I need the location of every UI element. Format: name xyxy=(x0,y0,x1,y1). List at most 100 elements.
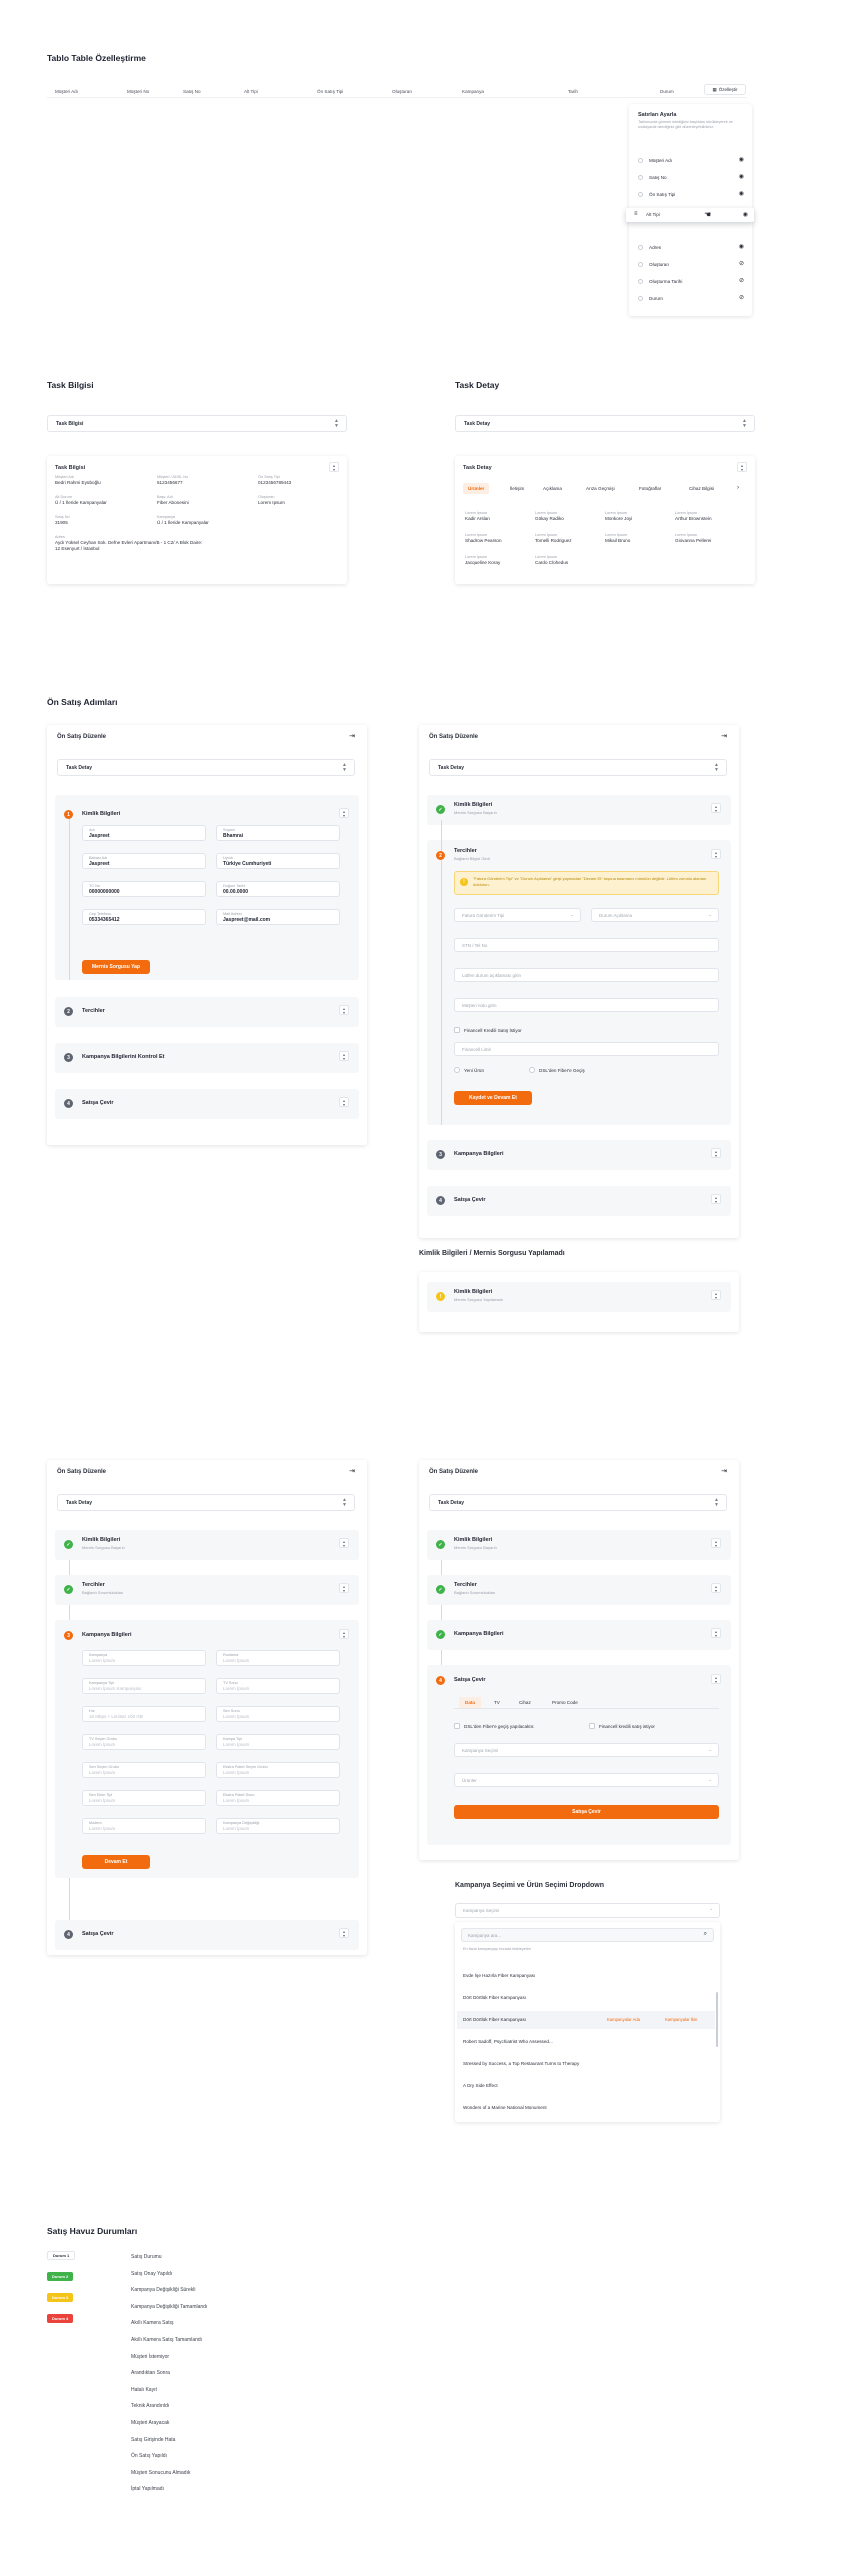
dropdown-option[interactable]: Robert Sadoff, Psychiatrist Who Assessed… xyxy=(457,2033,715,2051)
col-header[interactable]: Satış No xyxy=(183,89,201,94)
campaign-field[interactable]: Ekstra Paket Seçim Grubu Lorem İpsum xyxy=(216,1762,340,1778)
campaign-field[interactable]: Sen Ekim Tipi Lorem İpsum xyxy=(82,1790,206,1806)
campaign-field[interactable]: Kampanya Değişikliği Lorem İpsum xyxy=(216,1818,340,1834)
campaign-field[interactable]: Runlama Lorem İpsum xyxy=(216,1650,340,1666)
dsl-fiber-radio[interactable] xyxy=(529,1067,535,1073)
popup-row[interactable]: Adres ◉ xyxy=(629,242,752,254)
popup-row[interactable]: Oluşturma Tarihi ⊘ xyxy=(629,276,752,288)
campaign-field[interactable]: TV Sonu Lorem İpsum xyxy=(216,1678,340,1694)
tab-device[interactable]: Cihaz xyxy=(519,1700,531,1705)
dropdown-search-input[interactable]: Kampanya ara... ⌕ xyxy=(461,1928,714,1942)
continue-button[interactable]: Devam Et xyxy=(82,1855,150,1869)
dragging-row[interactable]: ≡ Alt Tipi ☚ ◉ xyxy=(626,208,754,222)
tab-tv[interactable]: TV xyxy=(494,1700,500,1705)
task-info-select[interactable]: Task Bilgisi ▲ ▼ xyxy=(47,415,347,432)
identity-field[interactable]: Adı Jaspreet xyxy=(82,825,206,841)
eye-off-icon[interactable]: ⊘ xyxy=(739,294,744,301)
col-header[interactable]: Alt Tipi xyxy=(244,89,258,94)
dropdown-option[interactable]: Wonders of a Marine National Monument xyxy=(457,2099,715,2117)
identity-field[interactable]: Uyruk Türkiye Cumhuriyeti xyxy=(216,853,340,869)
collapse-toggle[interactable]: ▴ ▾ xyxy=(339,1097,349,1107)
col-header[interactable]: Müşteri No xyxy=(127,89,149,94)
eye-off-icon[interactable]: ⊘ xyxy=(739,277,744,284)
eye-off-icon[interactable]: ⊘ xyxy=(739,260,744,267)
popup-row[interactable]: Müşteri Adı ◉ xyxy=(629,155,752,167)
campaign-field[interactable]: Kampa Tipi Lorem İpsum xyxy=(216,1734,340,1750)
collapse-toggle[interactable]: ▴ ▾ xyxy=(339,808,349,818)
col-header[interactable]: Müşteri Adı xyxy=(55,89,78,94)
campaign-select-open[interactable]: Kampanya Seçimi ⌃ xyxy=(455,1903,720,1918)
campaign-field[interactable]: Ekstra Paket Sonu Lorem İpsum xyxy=(216,1790,340,1806)
credit-limit-input[interactable]: Financell Limit xyxy=(454,1042,719,1056)
customize-button[interactable]: ▦ Özelleştir xyxy=(704,84,746,95)
collapse-panel-icon[interactable]: ⇥ xyxy=(349,732,355,740)
status-note-input[interactable]: Lütfen durum açıklaması girin xyxy=(454,968,719,982)
campaign-field[interactable]: Modem Lorem İpsum xyxy=(82,1818,206,1834)
dropdown-option[interactable]: Evde İşe Hazırla Fiber Kampanyası xyxy=(457,1967,715,1985)
col-header[interactable]: Kampanya xyxy=(462,89,484,94)
collapse-toggle[interactable]: ▴ ▾ xyxy=(737,462,747,472)
identity-field[interactable]: TC No 00000000000 xyxy=(82,881,206,897)
collapse-toggle[interactable]: ▴ ▾ xyxy=(329,462,339,472)
detail-tab[interactable]: İletişim xyxy=(505,483,529,494)
campaign-field[interactable]: Kampanya Lorem İpsum xyxy=(82,1650,206,1666)
eye-icon[interactable]: ◉ xyxy=(743,211,748,218)
campaign-field[interactable]: Hız 16 Mbps + Limitsiz 100 GB xyxy=(82,1706,206,1722)
eye-icon[interactable]: ◉ xyxy=(739,156,744,163)
credit-checkbox[interactable] xyxy=(454,1027,460,1033)
detail-tab[interactable]: Açıklama xyxy=(538,483,567,494)
col-header[interactable]: Ön Satış Tipi xyxy=(317,89,343,94)
financell-checkbox[interactable] xyxy=(589,1723,595,1729)
detail-tab[interactable]: Arıza Geçmişi xyxy=(581,483,620,494)
tab-promo[interactable]: Promo Code xyxy=(552,1700,578,1705)
detail-tab[interactable]: Cihaz Bilgisi xyxy=(684,483,719,494)
stn-input[interactable]: STN / Tel No xyxy=(454,938,719,952)
detail-tab[interactable]: Ürünler xyxy=(463,483,490,494)
popup-row[interactable]: Durum ⊘ xyxy=(629,293,752,305)
tab-data[interactable]: Data xyxy=(459,1697,481,1708)
popup-row[interactable]: Oluşturan ⊘ xyxy=(629,259,752,271)
chevron-right-icon[interactable]: › xyxy=(737,485,739,491)
popup-row[interactable]: Satış No ◉ xyxy=(629,172,752,184)
identity-field[interactable]: Doğum Tarihi 00.00.0000 xyxy=(216,881,340,897)
popup-row[interactable]: Ön Satış Tipi ◉ xyxy=(629,189,752,201)
campaign-field[interactable]: TV Seçim Grubu Lorem İpsum xyxy=(82,1734,206,1750)
convert-sale-button[interactable]: Satışa Çevir xyxy=(454,1805,719,1819)
dropdown-option[interactable]: Stressed by Success, a Top Restaurant Tu… xyxy=(457,2055,715,2073)
task-detail-select[interactable]: Task Detay ▲ ▼ xyxy=(455,415,755,432)
col-header[interactable]: Oluşturan xyxy=(392,89,412,94)
customer-note-input[interactable]: Müşteri notu girin xyxy=(454,998,719,1012)
product-select[interactable]: Ürünler ⌄ xyxy=(454,1773,719,1787)
collapse-panel-icon[interactable]: ⇥ xyxy=(349,1467,355,1475)
campaign-select[interactable]: Kampanya Seçimi ⌄ xyxy=(454,1743,719,1757)
eye-icon[interactable]: ◉ xyxy=(739,173,744,180)
campaign-field[interactable]: Kampanya Tipi Lorem İpsum Kampanyası xyxy=(82,1678,206,1694)
mernis-query-button[interactable]: Mernis Sorgusu Yap xyxy=(82,960,150,974)
collapse-panel-icon[interactable]: ⇥ xyxy=(721,1467,727,1475)
task-detail-select[interactable]: Task Detay ▲ ▼ xyxy=(429,1494,727,1511)
col-header[interactable]: Durum xyxy=(660,89,674,94)
dsl-fiber-checkbox[interactable] xyxy=(454,1723,460,1729)
dropdown-scrollbar[interactable] xyxy=(716,1992,718,2047)
dropdown-option[interactable]: Dört Dörtlük Fiber Kampanyası Kampanyalar… xyxy=(457,2011,715,2029)
collapse-toggle[interactable]: ▴ ▾ xyxy=(339,1051,349,1061)
identity-field[interactable]: Mail Adresi Jaspreet@mail.com xyxy=(216,909,340,925)
detail-tab[interactable]: Fotoğraflar xyxy=(634,483,666,494)
identity-field[interactable]: Soyadı Bhamrai xyxy=(216,825,340,841)
invoice-type-select[interactable]: Fatura Gönderim Tipi ⌄ xyxy=(454,908,581,922)
task-detail-select[interactable]: Task Detay ▲ ▼ xyxy=(57,1494,355,1511)
task-detail-select[interactable]: Task Detay ▲ ▼ xyxy=(57,759,355,776)
identity-field[interactable]: Babası Adı Jaspreet xyxy=(82,853,206,869)
dropdown-option[interactable]: Dört Dörtlük Fiber Kampanyası xyxy=(457,1989,715,2007)
campaign-field[interactable]: Sen Seçim Grubu Lorem İpsum xyxy=(82,1762,206,1778)
col-header[interactable]: Tarih xyxy=(568,89,578,94)
dropdown-option[interactable]: A Dry Side Effect xyxy=(457,2077,715,2095)
task-detail-select[interactable]: Task Detay ▲ ▼ xyxy=(429,759,727,776)
status-desc-select[interactable]: Durum Açıklama ⌄ xyxy=(591,908,719,922)
collapse-panel-icon[interactable]: ⇥ xyxy=(721,732,727,740)
eye-icon[interactable]: ◉ xyxy=(739,190,744,197)
eye-icon[interactable]: ◉ xyxy=(739,243,744,250)
collapse-toggle[interactable]: ▴ ▾ xyxy=(339,1005,349,1015)
identity-field[interactable]: Cep Telefonu 05334365412 xyxy=(82,909,206,925)
new-product-radio[interactable] xyxy=(454,1067,460,1073)
